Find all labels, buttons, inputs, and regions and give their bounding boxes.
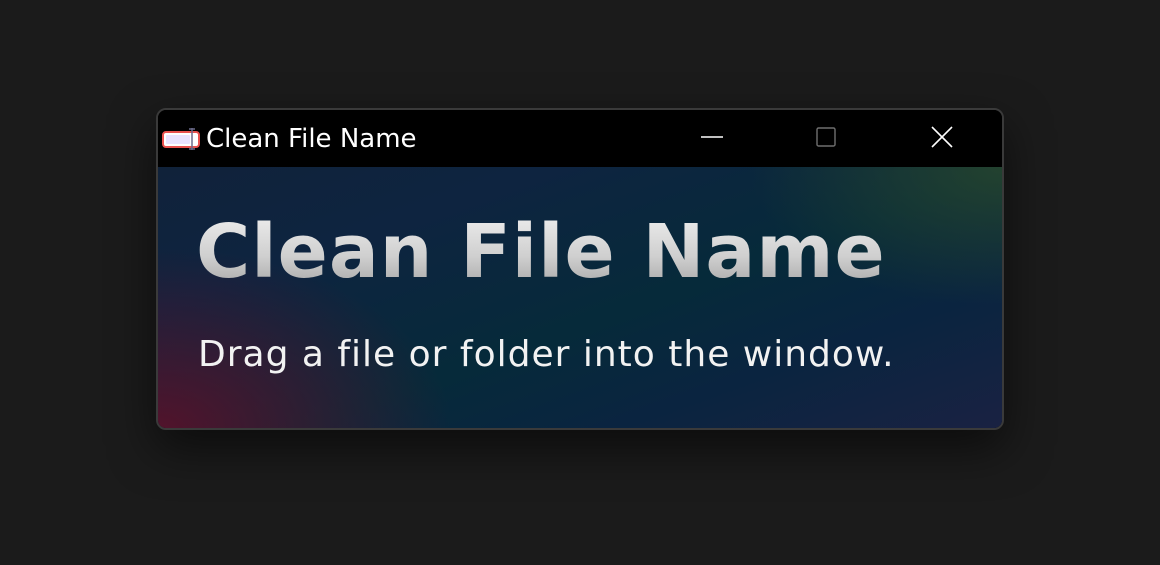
- close-icon: [929, 124, 955, 154]
- close-button[interactable]: [886, 110, 998, 167]
- app-file-icon: [162, 128, 200, 150]
- app-heading: Clean File Name: [196, 209, 886, 295]
- drop-instruction: Drag a file or folder into the window.: [198, 334, 895, 375]
- maximize-button[interactable]: [770, 110, 882, 167]
- maximize-icon: [814, 125, 838, 153]
- window-title: Clean File Name: [206, 124, 417, 154]
- app-window: Clean File Name Clean File Name Drag a f…: [156, 108, 1004, 430]
- minimize-icon: [700, 125, 724, 153]
- drop-zone[interactable]: Clean File Name Drag a file or folder in…: [158, 167, 1002, 428]
- minimize-button[interactable]: [656, 110, 768, 167]
- title-bar[interactable]: Clean File Name: [158, 110, 1002, 167]
